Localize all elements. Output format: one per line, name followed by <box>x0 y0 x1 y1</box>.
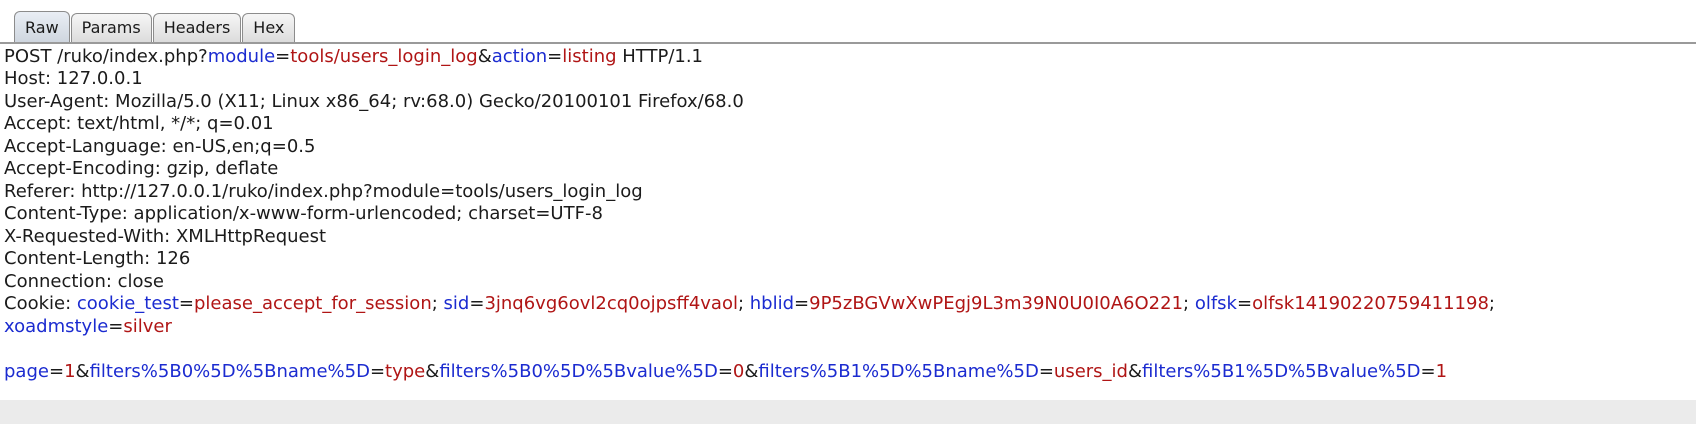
query-param-key: action <box>491 46 548 67</box>
current-line-highlight <box>0 400 1696 424</box>
header-user-agent: User-Agent: Mozilla/5.0 (X11; Linux x86_… <box>4 91 744 112</box>
cookie-value: 9P5zBGVwXwPEgj9L3m39N0U0I0A6O221 <box>809 293 1184 314</box>
body-param-key: page <box>4 361 49 382</box>
raw-request-editor[interactable]: POST /ruko/index.php?module=tools/users_… <box>0 45 1696 429</box>
header-cookie: Cookie: cookie_test=please_accept_for_se… <box>4 293 1495 314</box>
ampersand: & <box>477 46 492 67</box>
header-accept: Accept: text/html, */*; q=0.01 <box>4 113 274 134</box>
header-host: Host: 127.0.0.1 <box>4 68 143 89</box>
header-cookie-continued: xoadmstyle=silver <box>4 316 172 337</box>
cookie-key: xoadmstyle <box>4 316 109 337</box>
equals-sign: = <box>547 46 563 67</box>
header-content-type: Content-Type: application/x-www-form-url… <box>4 203 603 224</box>
request-line: POST /ruko/index.php?module=tools/users_… <box>4 46 703 68</box>
body-param-value: 1 <box>1435 361 1448 382</box>
header-content-length: Content-Length: 126 <box>4 248 191 269</box>
body-param-key: filters%5B0%5D%5Bvalue%5D <box>439 361 718 382</box>
cookie-value: silver <box>123 316 172 337</box>
query-param-value: listing <box>562 46 617 67</box>
tab-hex[interactable]: Hex <box>242 13 296 42</box>
tabbar-divider <box>0 42 1696 44</box>
tab-headers[interactable]: Headers <box>152 13 242 42</box>
header-x-requested-with: X-Requested-With: XMLHttpRequest <box>4 226 327 247</box>
cookie-value: 3jnq6vg6ovl2cq0ojpsff4vaol <box>484 293 738 314</box>
body-param-value: 0 <box>732 361 745 382</box>
cookie-key: olfsk <box>1194 293 1237 314</box>
cookie-label: Cookie: <box>4 293 77 314</box>
body-param-value: users_id <box>1053 361 1128 382</box>
body-param-key: filters%5B1%5D%5Bvalue%5D <box>1142 361 1421 382</box>
cookie-value: please_accept_for_session <box>193 293 432 314</box>
body-param-value: 1 <box>64 361 76 382</box>
cookie-value: olfsk14190220759411198 <box>1252 293 1489 314</box>
cookie-key: hblid <box>749 293 795 314</box>
header-accept-language: Accept-Language: en-US,en;q=0.5 <box>4 136 316 157</box>
request-body: page=1&filters%5B0%5D%5Bname%5D=type&fil… <box>4 361 1448 382</box>
body-param-value: type <box>385 361 426 382</box>
http-version: HTTP/1.1 <box>616 46 704 67</box>
body-param-key: filters%5B1%5D%5Bname%5D <box>758 361 1039 382</box>
header-referer: Referer: http://127.0.0.1/ruko/index.php… <box>4 181 643 202</box>
cookie-key: sid <box>443 293 470 314</box>
message-tabbar: Raw Params Headers Hex <box>0 0 1696 46</box>
request-path: /ruko/index.php? <box>51 46 208 67</box>
query-param-value: tools/users_login_log <box>290 46 478 67</box>
cookie-key: cookie_test <box>76 293 179 314</box>
http-method: POST <box>4 46 52 67</box>
query-param-key: module <box>207 46 276 67</box>
body-param-key: filters%5B0%5D%5Bname%5D <box>89 361 370 382</box>
view-tabs: Raw Params Headers Hex <box>14 11 296 42</box>
tab-params[interactable]: Params <box>70 13 152 42</box>
tab-raw[interactable]: Raw <box>14 11 70 42</box>
equals-sign: = <box>275 46 291 67</box>
request-viewer: Raw Params Headers Hex POST /ruko/index.… <box>0 0 1696 429</box>
header-accept-encoding: Accept-Encoding: gzip, deflate <box>4 158 279 179</box>
header-connection: Connection: close <box>4 271 164 292</box>
